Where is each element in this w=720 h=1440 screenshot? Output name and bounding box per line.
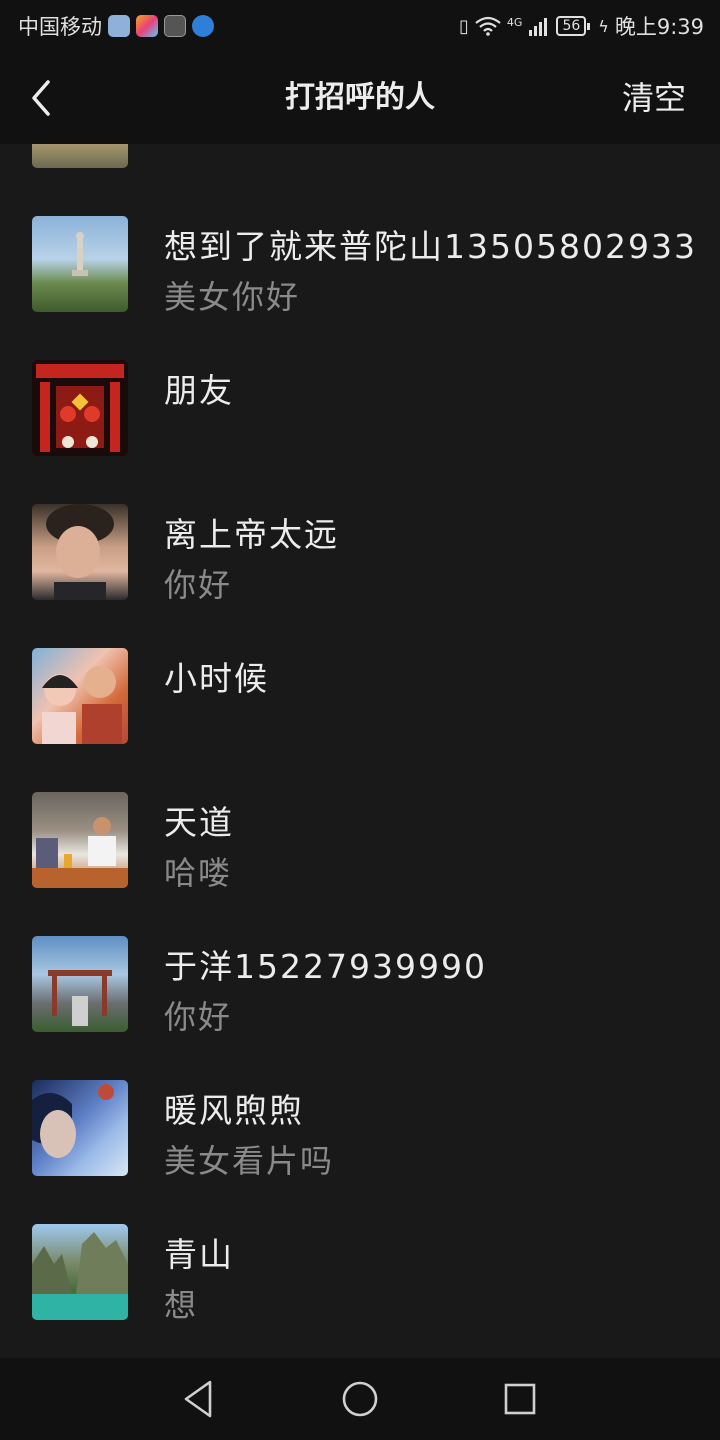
portrait-image xyxy=(32,1084,114,1158)
vibrate-icon: ▯ xyxy=(459,15,469,37)
dining-photo-image xyxy=(32,817,128,888)
door-decoration-image xyxy=(36,364,124,452)
page-title: 打招呼的人 xyxy=(285,80,435,115)
avatar xyxy=(32,792,128,888)
avatar xyxy=(32,360,128,456)
status-left: 中国移动 xyxy=(18,11,214,41)
message-preview: 美女看片吗 xyxy=(164,1142,335,1180)
list-item[interactable]: 天道 哈喽 xyxy=(0,780,720,924)
message-preview: 你好 xyxy=(164,566,233,604)
contact-name: 离上帝太远 xyxy=(164,515,339,554)
battery-level: 56 xyxy=(562,18,581,34)
avatar xyxy=(32,504,128,600)
avatar xyxy=(32,648,128,744)
wifi-icon xyxy=(475,16,501,36)
status-right: ▯ 4G 56 ϟ 晚上9:39 xyxy=(459,11,704,41)
clear-button[interactable]: 清空 xyxy=(622,52,686,144)
nav-back-icon[interactable] xyxy=(176,1376,222,1422)
contact-name: 于洋15227939990 xyxy=(164,947,487,986)
message-preview: 想 xyxy=(164,1286,199,1324)
couple-photo-image xyxy=(42,666,122,744)
avatar xyxy=(32,936,128,1032)
browser-icon xyxy=(192,15,214,37)
contact-name: 天道 xyxy=(164,803,234,842)
list-item[interactable]: 你 xyxy=(0,144,720,204)
avatar xyxy=(32,1224,128,1320)
mountain-lake-image xyxy=(32,1232,128,1320)
gallery-icon xyxy=(136,15,158,37)
nav-home-icon[interactable] xyxy=(337,1376,383,1422)
charging-icon: ϟ xyxy=(598,16,609,36)
contact-name: 朋友 xyxy=(164,371,234,410)
clock: 晚上9:39 xyxy=(614,15,704,39)
signal-icon xyxy=(529,18,548,36)
statue-image xyxy=(72,232,88,276)
list-item[interactable]: 暖风煦煦 美女看片吗 xyxy=(0,1068,720,1212)
contact-name: 小时候 xyxy=(164,659,269,698)
list-item[interactable]: 想到了就来普陀山13505802933 美女你好 xyxy=(0,204,720,348)
list-item[interactable]: 朋友 xyxy=(0,348,720,492)
navigation-bar xyxy=(0,1358,720,1440)
contact-name: 暖风煦煦 xyxy=(164,1091,304,1130)
contact-name: 想到了就来普陀山13505802933 xyxy=(164,227,697,266)
avatar xyxy=(32,216,128,312)
nav-recents-icon[interactable] xyxy=(497,1376,543,1422)
network-type-label: 4G xyxy=(506,15,523,29)
selfie-image xyxy=(46,504,114,600)
list-item[interactable]: 小时候 xyxy=(0,636,720,780)
telegram-icon xyxy=(108,15,130,37)
list-item[interactable]: 于洋15227939990 你好 xyxy=(0,924,720,1068)
crane-photo-image xyxy=(48,970,112,1026)
status-bar: 中国移动 ▯ 4G 56 ϟ 晚上9:39 xyxy=(0,0,720,52)
message-preview: 你好 xyxy=(164,998,233,1036)
avatar xyxy=(32,1080,128,1176)
header: 打招呼的人 清空 xyxy=(0,52,720,144)
list-item[interactable]: 青山 想 xyxy=(0,1212,720,1356)
message-preview: 哈喽 xyxy=(164,854,233,892)
message-preview: 美女你好 xyxy=(164,278,301,316)
list-item[interactable]: 离上帝太远 你好 xyxy=(0,492,720,636)
contact-name: 青山 xyxy=(164,1235,234,1274)
carrier-label: 中国移动 xyxy=(18,15,102,39)
battery-icon: 56 xyxy=(556,16,591,36)
avatar xyxy=(32,144,128,168)
greeting-list[interactable]: 你 想到了就来普陀山13505802933 美女你好 xyxy=(0,144,720,1358)
huawei-icon xyxy=(164,15,186,37)
greeting-list-content: 你 想到了就来普陀山13505802933 美女你好 xyxy=(0,144,720,1356)
